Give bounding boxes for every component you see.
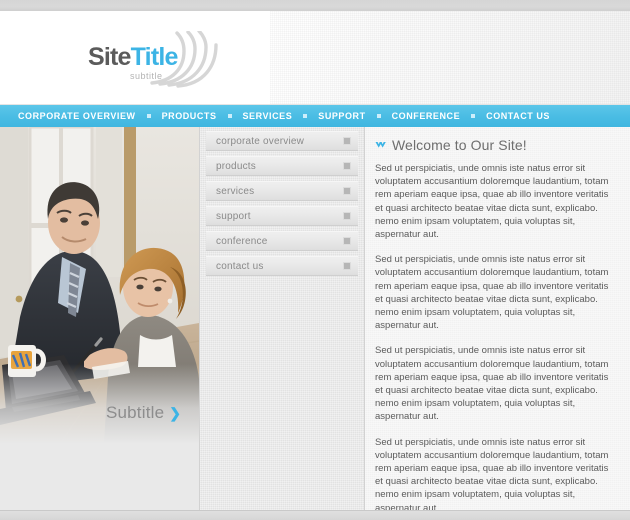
content-paragraph: Sed ut perspiciatis, unde omnis iste nat… (375, 436, 609, 510)
top-border-strip (0, 0, 630, 11)
page-root: SiteTitle subtitle CORPORATE OVERVIEW PR… (0, 0, 630, 520)
page-title-text: Welcome to Our Site! (392, 137, 527, 153)
sidebar-item-support[interactable]: support (206, 206, 358, 226)
nav-item-products[interactable]: PRODUCTS (162, 111, 217, 121)
sidebar-item-label: services (216, 185, 255, 197)
sidebar-menu: corporate overview products services sup… (199, 127, 365, 510)
hero-subtitle-block[interactable]: Subtitle ❯ (0, 403, 199, 423)
sidebar-item-contact-us[interactable]: contact us (206, 256, 358, 276)
hero-subtitle-label: Subtitle (105, 403, 165, 422)
logo-subtitle: subtitle (130, 71, 163, 81)
chevron-right-icon: ❯ (169, 405, 181, 421)
main-content: Welcome to Our Site! Sed ut perspiciatis… (365, 127, 630, 510)
nav-item-contact-us[interactable]: CONTACT US (486, 111, 550, 121)
sidebar-item-label: corporate overview (216, 135, 305, 147)
main-navigation[interactable]: CORPORATE OVERVIEW PRODUCTS SERVICES SUP… (0, 105, 630, 127)
site-header: SiteTitle subtitle (0, 11, 630, 105)
square-bullet-icon (344, 163, 350, 169)
content-paragraph: Sed ut perspiciatis, unde omnis iste nat… (375, 254, 609, 332)
square-bullet-icon (344, 188, 350, 194)
square-bullet-icon (344, 263, 350, 269)
double-chevron-down-icon (375, 141, 386, 148)
nav-item-support[interactable]: SUPPORT (318, 111, 365, 121)
body-columns: Subtitle ❯ corporate overview products se… (0, 127, 630, 510)
nav-separator-icon (303, 114, 308, 118)
square-bullet-icon (344, 138, 350, 144)
content-paragraph: Sed ut perspiciatis, unde omnis iste nat… (375, 345, 609, 423)
nav-separator-icon (146, 114, 151, 118)
hero-photo (0, 127, 199, 444)
nav-item-conference[interactable]: CONFERENCE (392, 111, 461, 121)
nav-item-services[interactable]: SERVICES (243, 111, 293, 121)
sidebar-item-label: support (216, 210, 251, 222)
square-bullet-icon (344, 213, 350, 219)
site-logo[interactable]: SiteTitle subtitle (88, 31, 218, 89)
bottom-border-strip (0, 510, 630, 520)
nav-separator-icon (227, 114, 232, 118)
nav-separator-icon (471, 114, 476, 118)
logo-wordmark: SiteTitle (88, 45, 178, 70)
nav-separator-icon (376, 114, 381, 118)
page-title: Welcome to Our Site! (373, 137, 618, 153)
logo-text-accent: Title (130, 43, 179, 71)
content-paragraph: Sed ut perspiciatis, unde omnis iste nat… (375, 163, 609, 241)
nav-item-corporate-overview[interactable]: CORPORATE OVERVIEW (18, 111, 136, 121)
sidebar-item-label: conference (216, 235, 268, 247)
sidebar-item-products[interactable]: products (206, 156, 358, 176)
sidebar-item-conference[interactable]: conference (206, 231, 358, 251)
sidebar-item-label: products (216, 160, 256, 172)
sidebar-item-services[interactable]: services (206, 181, 358, 201)
sidebar-item-label: contact us (216, 260, 264, 272)
sidebar-item-corporate-overview[interactable]: corporate overview (206, 131, 358, 151)
square-bullet-icon (344, 238, 350, 244)
hero-photo-column: Subtitle ❯ (0, 127, 199, 510)
logo-text-primary: Site (88, 43, 131, 71)
